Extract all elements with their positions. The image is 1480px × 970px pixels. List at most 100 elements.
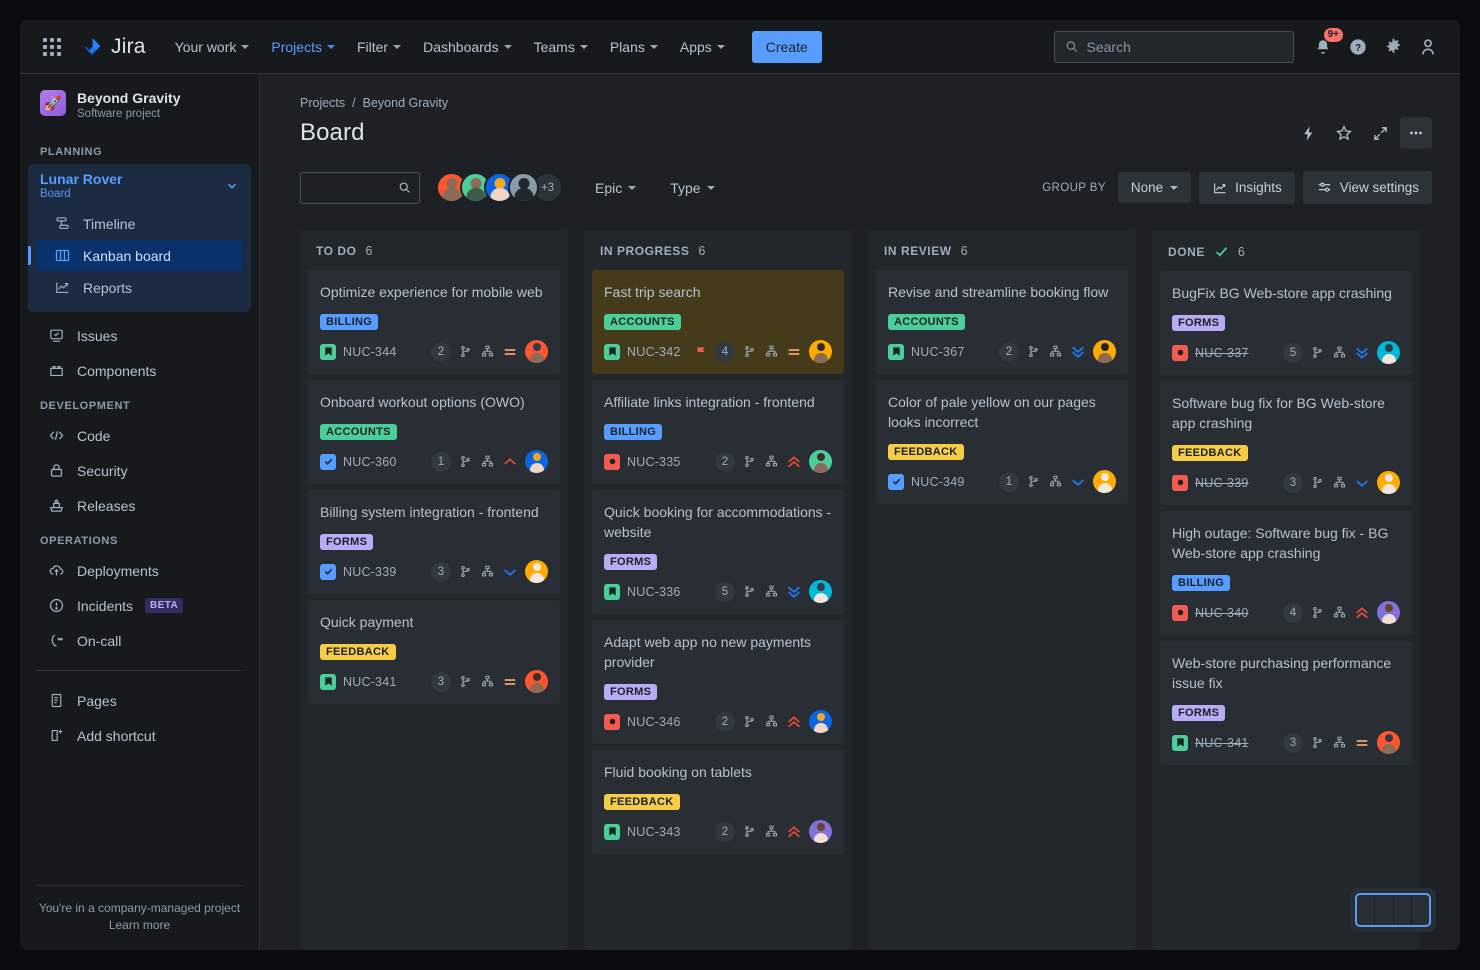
insights-button[interactable]: Insights [1199,172,1295,204]
issue-key[interactable]: NUC-336 [627,585,681,599]
issue-key[interactable]: NUC-367 [911,345,965,359]
issue-card[interactable]: BugFix BG Web-store app crashingFORMSNUC… [1160,271,1412,375]
issue-card[interactable]: Color of pale yellow on our pages looks … [876,380,1128,504]
issue-card[interactable]: Fluid booking on tabletsFEEDBACKNUC-3432 [592,750,844,854]
sidebar-item-deployments[interactable]: Deployments [28,554,251,587]
learn-more-link[interactable]: Learn more [36,918,243,932]
assignee-avatar[interactable] [525,450,548,473]
assignee-avatar[interactable] [525,670,548,693]
issue-card[interactable]: Quick booking for accommodations - websi… [592,490,844,614]
epic-tag[interactable]: BILLING [320,314,378,330]
issue-key[interactable]: NUC-337 [1195,346,1249,360]
issue-key[interactable]: NUC-349 [911,475,965,489]
nav-teams[interactable]: Teams [525,32,597,62]
board-group-header[interactable]: Lunar Rover Board [28,164,251,207]
issue-card[interactable]: Quick paymentFEEDBACKNUC-3413 [308,600,560,704]
nav-filter[interactable]: Filter [348,32,410,62]
issue-key[interactable]: NUC-335 [627,455,681,469]
sidebar-item-pages[interactable]: Pages [28,684,251,717]
breadcrumb-project[interactable]: Beyond Gravity [363,96,448,110]
board-search[interactable] [300,172,420,204]
issue-card[interactable]: Revise and streamline booking flowACCOUN… [876,270,1128,374]
issue-card[interactable]: Fast trip searchACCOUNTSNUC-3424 [592,270,844,374]
sidebar-item-on-call[interactable]: On-call [28,624,251,657]
assignee-avatar[interactable] [1093,340,1116,363]
issue-card[interactable]: Onboard workout options (OWO)ACCOUNTSNUC… [308,380,560,484]
sidebar-item-reports[interactable]: Reports [36,272,243,303]
issue-key[interactable]: NUC-360 [343,455,397,469]
sidebar-item-security[interactable]: Security [28,454,251,487]
assignee-avatar[interactable] [1093,470,1116,493]
issue-card[interactable]: Web-store purchasing performance issue f… [1160,641,1412,765]
epic-tag[interactable]: FEEDBACK [320,644,396,660]
breadcrumb-projects[interactable]: Projects [300,96,345,110]
sidebar-item-timeline[interactable]: Timeline [36,208,243,239]
settings-button[interactable] [1377,31,1409,63]
sidebar-item-kanban-board[interactable]: Kanban board [36,240,243,271]
epic-tag[interactable]: ACCOUNTS [888,314,965,330]
global-search[interactable] [1054,31,1294,63]
issue-card[interactable]: Software bug fix for BG Web-store app cr… [1160,381,1412,505]
nav-your-work[interactable]: Your work [166,32,259,62]
epic-tag[interactable]: ACCOUNTS [604,314,681,330]
project-header[interactable]: 🚀 Beyond Gravity Software project [20,90,259,134]
notifications-button[interactable]: 9+ [1307,31,1339,63]
epic-tag[interactable]: BILLING [1172,575,1230,591]
issue-key[interactable]: NUC-340 [1195,606,1249,620]
epic-tag[interactable]: ACCOUNTS [320,424,397,440]
epic-tag[interactable]: FEEDBACK [888,444,964,460]
epic-tag[interactable]: FEEDBACK [604,794,680,810]
epic-tag[interactable]: FORMS [320,534,373,550]
assignee-avatar[interactable] [1377,601,1400,624]
issue-card[interactable]: Billing system integration - frontendFOR… [308,490,560,594]
search-input[interactable] [1087,39,1283,55]
automation-button[interactable] [1292,117,1324,149]
jira-logo[interactable]: Jira [82,35,146,59]
epic-tag[interactable]: FORMS [1172,705,1225,721]
issue-card[interactable]: Affiliate links integration - frontendBI… [592,380,844,484]
nav-dashboards[interactable]: Dashboards [414,32,521,62]
more-actions-button[interactable] [1400,117,1432,149]
assignee-avatar[interactable] [525,560,548,583]
issue-card[interactable]: Optimize experience for mobile webBILLIN… [308,270,560,374]
assignee-avatar[interactable] [809,580,832,603]
assignee-avatar[interactable] [809,340,832,363]
chevron-down-icon[interactable] [225,179,239,193]
epic-filter-dropdown[interactable]: Epic [585,173,646,203]
sidebar-item-code[interactable]: Code [28,419,251,452]
group-by-dropdown[interactable]: None [1118,172,1191,203]
nav-projects[interactable]: Projects [262,32,344,62]
assignee-avatar[interactable] [809,820,832,843]
view-settings-button[interactable]: View settings [1303,171,1432,204]
issue-key[interactable]: NUC-342 [627,345,681,359]
sidebar-item-add-shortcut[interactable]: Add shortcut [28,719,251,752]
fullscreen-button[interactable] [1364,117,1396,149]
sidebar-item-releases[interactable]: Releases [28,489,251,522]
issue-key[interactable]: NUC-344 [343,345,397,359]
epic-tag[interactable]: FORMS [604,554,657,570]
epic-tag[interactable]: FEEDBACK [1172,445,1248,461]
issue-key[interactable]: NUC-339 [1195,476,1249,490]
issue-card[interactable]: High outage: Software bug fix - BG Web-s… [1160,511,1412,635]
issue-card[interactable]: Adapt web app no new payments providerFO… [592,620,844,744]
favorite-button[interactable] [1328,117,1360,149]
help-button[interactable]: ? [1342,31,1374,63]
sidebar-item-components[interactable]: Components [28,354,251,387]
type-filter-dropdown[interactable]: Type [660,173,724,203]
app-switcher-icon[interactable] [36,31,68,63]
issue-key[interactable]: NUC-341 [343,675,397,689]
assignee-avatar[interactable] [1377,731,1400,754]
issue-key[interactable]: NUC-346 [627,715,681,729]
epic-tag[interactable]: BILLING [604,424,662,440]
nav-plans[interactable]: Plans [601,32,667,62]
issue-key[interactable]: NUC-339 [343,565,397,579]
board-search-input[interactable] [309,180,398,195]
avatar[interactable] [508,172,539,203]
epic-tag[interactable]: FORMS [604,684,657,700]
board-minimap[interactable] [1350,888,1436,932]
epic-tag[interactable]: FORMS [1172,315,1225,331]
user-avatar-button[interactable] [1412,31,1444,63]
sidebar-item-issues[interactable]: Issues [28,319,251,352]
issue-key[interactable]: NUC-343 [627,825,681,839]
assignee-avatar[interactable] [1377,471,1400,494]
